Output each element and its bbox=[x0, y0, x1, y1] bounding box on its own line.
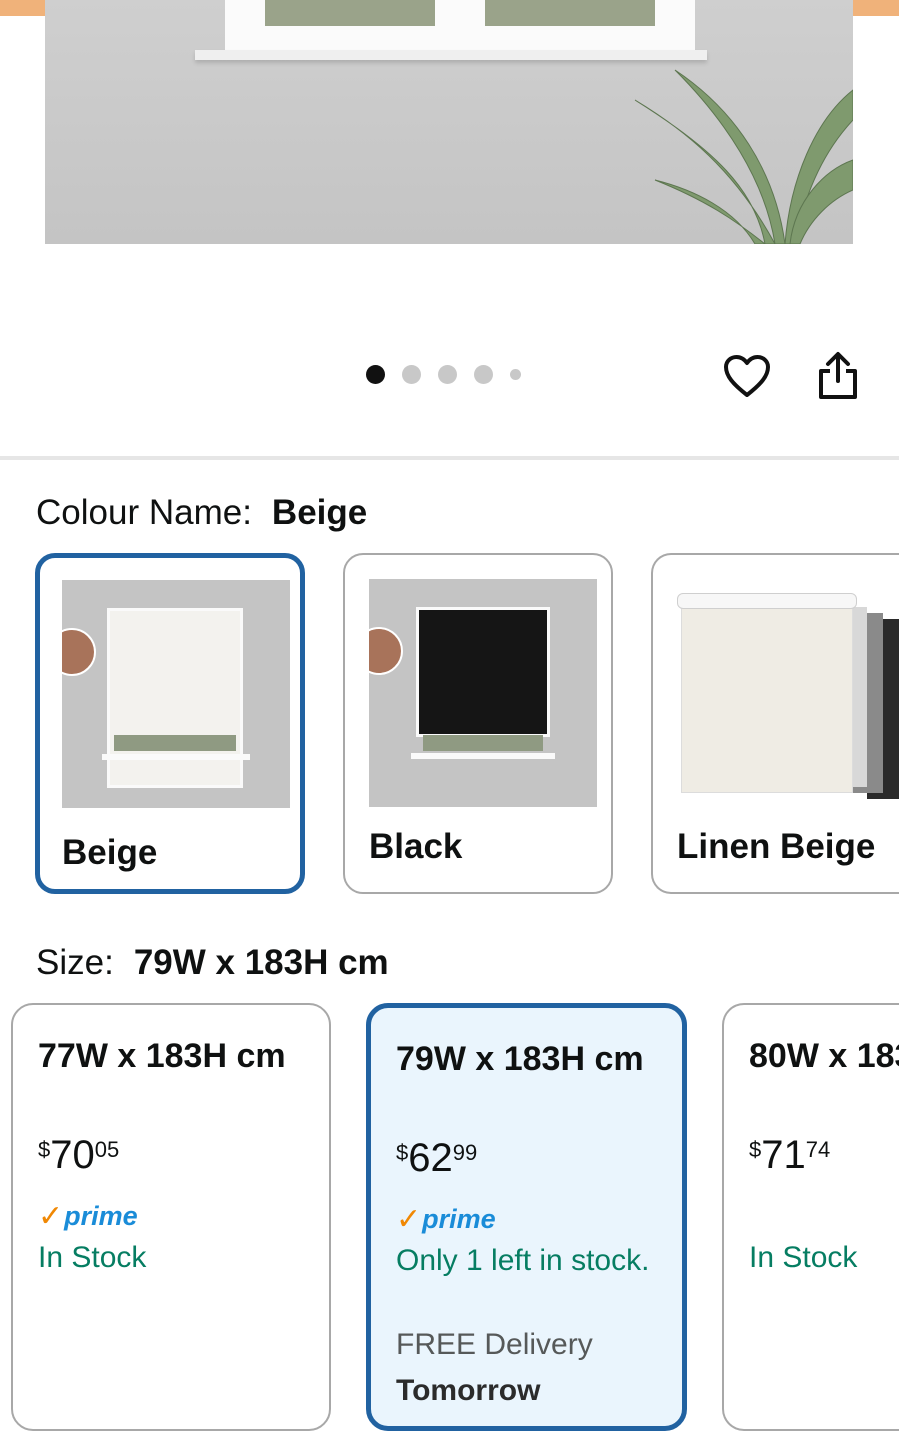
colour-label: Colour Name: bbox=[36, 493, 252, 532]
carousel-dot-4[interactable] bbox=[474, 365, 493, 384]
prime-badge: ✓ prime bbox=[396, 1203, 496, 1236]
size-label-row: Size: 79W x 183H cm bbox=[36, 943, 389, 983]
stock-status: In Stock bbox=[749, 1241, 858, 1274]
delivery-info: FREE Delivery bbox=[396, 1328, 593, 1361]
colour-option-beige[interactable]: Beige bbox=[35, 553, 305, 894]
size-option-80w[interactable]: 80W x 183H cm $7174 In Stock bbox=[722, 1003, 899, 1431]
window-illustration bbox=[225, 0, 695, 53]
size-option-label: 79W x 183H cm bbox=[396, 1040, 644, 1078]
price: $7174 bbox=[749, 1133, 831, 1177]
black-blind-thumbnail bbox=[369, 579, 597, 807]
size-option-79w[interactable]: 79W x 183H cm $6299 ✓ prime Only 1 left i… bbox=[366, 1003, 687, 1431]
carousel-dot-5[interactable] bbox=[510, 369, 521, 380]
size-selected-value: 79W x 183H cm bbox=[133, 943, 389, 982]
share-icon bbox=[819, 352, 857, 399]
share-button[interactable] bbox=[810, 348, 866, 404]
linen-blind-thumbnail bbox=[677, 579, 899, 807]
colour-selected-value: Beige bbox=[271, 493, 368, 532]
product-image[interactable] bbox=[45, 0, 853, 244]
delivery-date: Tomorrow bbox=[396, 1374, 541, 1407]
stock-status: Only 1 left in stock. bbox=[396, 1244, 650, 1277]
colour-option-label: Black bbox=[369, 827, 463, 866]
heart-icon bbox=[724, 355, 770, 397]
size-option-77w[interactable]: 77W x 183H cm $7005 ✓ prime In Stock bbox=[11, 1003, 331, 1431]
colour-option-label: Linen Beige bbox=[677, 827, 876, 866]
carousel-dot-2[interactable] bbox=[402, 365, 421, 384]
favorite-button[interactable] bbox=[719, 348, 775, 404]
size-option-label: 80W x 183H cm bbox=[749, 1037, 899, 1075]
prime-check-icon: ✓ bbox=[38, 1200, 64, 1233]
size-label: Size: bbox=[36, 943, 114, 982]
price: $7005 bbox=[38, 1133, 120, 1177]
colour-option-black[interactable]: Black bbox=[343, 553, 613, 894]
size-option-label: 77W x 183H cm bbox=[38, 1037, 286, 1075]
stock-status: In Stock bbox=[38, 1241, 147, 1274]
carousel-dot-1[interactable] bbox=[366, 365, 385, 384]
prime-check-icon: ✓ bbox=[396, 1203, 422, 1236]
section-divider bbox=[0, 456, 899, 460]
plant-illustration bbox=[634, 69, 853, 244]
price: $6299 bbox=[396, 1136, 478, 1180]
colour-label-row: Colour Name: Beige bbox=[36, 493, 367, 533]
beige-blind-thumbnail bbox=[62, 580, 290, 808]
image-carousel-dots[interactable] bbox=[366, 365, 521, 384]
colour-option-linen-beige[interactable]: Linen Beige bbox=[651, 553, 899, 894]
carousel-dot-3[interactable] bbox=[438, 365, 457, 384]
prime-badge: ✓ prime bbox=[38, 1200, 138, 1233]
colour-option-label: Beige bbox=[62, 833, 158, 872]
